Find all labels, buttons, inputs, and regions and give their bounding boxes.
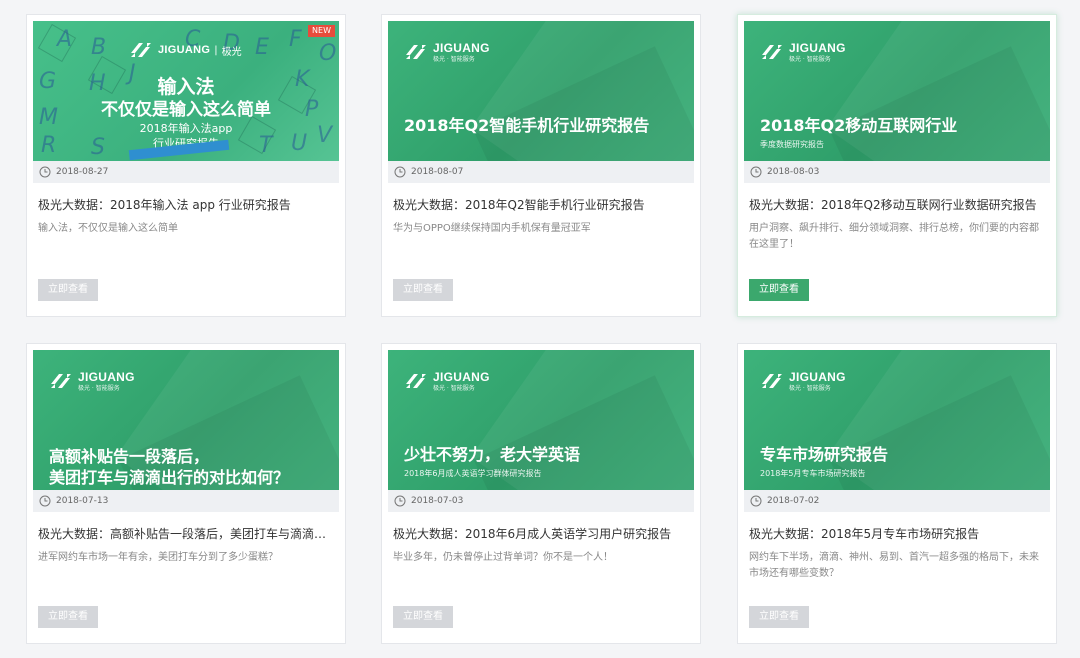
banner-title: 2018年Q2智能手机行业研究报告 <box>404 116 650 135</box>
jiguang-logo-icon <box>406 374 426 388</box>
brand-name: JIGUANG <box>433 369 490 384</box>
jiguang-logo-icon <box>762 45 782 59</box>
banner-subtitle: 2018年6月成人英语学习群体研究报告 <box>404 469 542 478</box>
report-card[interactable]: JIGUANG 极光 · 智能服务 少壮不努力，老大学英语 2018年6月成人英… <box>381 343 701 644</box>
card-description: 网约车下半场，滴滴、神州、易到、首汽一超多强的格局下，未来市场还有哪些变数？ <box>749 552 1039 579</box>
clock-icon <box>750 495 762 507</box>
date-bar: 2018-08-03 <box>744 161 1050 183</box>
new-badge: NEW <box>308 25 335 37</box>
card-title[interactable]: 极光大数据：2018年Q2移动互联网行业数据研究报告 <box>749 197 1045 213</box>
banner-subtitle: 季度数据研究报告 <box>760 140 824 149</box>
brand-logo: JIGUANG 极光 · 智能服务 <box>404 370 490 392</box>
publish-date: 2018-07-03 <box>411 496 464 506</box>
card-title[interactable]: 极光大数据：2018年6月成人英语学习用户研究报告 <box>393 526 689 542</box>
publish-date: 2018-07-02 <box>767 496 820 506</box>
banner-title: 少壮不努力，老大学英语 <box>404 445 581 464</box>
date-bar: 2018-07-13 <box>33 490 339 512</box>
view-now-button[interactable]: 立即查看 <box>38 606 98 628</box>
card-description: 毕业多年，仍未曾停止过背单词？你不是一个人！ <box>393 552 613 563</box>
publish-date: 2018-07-13 <box>56 496 109 506</box>
report-card[interactable]: A B C D E F G H J K M O P R S T U V JIGU… <box>26 14 346 317</box>
brand-logo: JIGUANG 极光 · 智能服务 <box>760 370 846 392</box>
brand-logo: JIGUANG 极光 · 智能服务 <box>760 41 846 63</box>
clock-icon <box>39 495 51 507</box>
publish-date: 2018-08-27 <box>56 167 109 177</box>
date-bar: 2018-08-27 <box>33 161 339 183</box>
banner-letter: A <box>57 27 73 52</box>
card-title[interactable]: 极光大数据：高额补贴告一段落后，美团打车与滴滴出行的对比如何？ <box>38 526 334 542</box>
date-bar: 2018-07-02 <box>744 490 1050 512</box>
banner-title: 专车市场研究报告 <box>760 445 889 464</box>
clock-icon <box>750 166 762 178</box>
view-now-button[interactable]: 立即查看 <box>749 279 809 301</box>
jiguang-logo-icon <box>51 374 71 388</box>
brand-logo: JIGUANG | 极光 <box>129 39 242 61</box>
brand-separator: | <box>214 44 218 56</box>
view-now-button[interactable]: 立即查看 <box>393 606 453 628</box>
banner-title: 高额补贴告一段落后， <box>49 447 210 466</box>
card-title[interactable]: 极光大数据：2018年5月专车市场研究报告 <box>749 526 1045 542</box>
brand-tagline: 极光 · 智能服务 <box>433 384 475 392</box>
view-now-button[interactable]: 立即查看 <box>393 279 453 301</box>
brand-tagline: 极光 · 智能服务 <box>789 55 831 63</box>
date-bar: 2018-08-07 <box>388 161 694 183</box>
jiguang-logo-icon <box>131 43 151 57</box>
brand-logo: JIGUANG 极光 · 智能服务 <box>404 41 490 63</box>
brand-name: JIGUANG <box>433 40 490 55</box>
banner-subtitle: 2018年5月专车市场研究报告 <box>760 469 866 478</box>
publish-date: 2018-08-03 <box>767 167 820 177</box>
brand-logo: JIGUANG 极光 · 智能服务 <box>49 370 135 392</box>
brand-tagline: 极光 · 智能服务 <box>78 384 120 392</box>
card-description: 华为与OPPO继续保持国内手机保有量冠亚军 <box>393 223 591 234</box>
clock-icon <box>39 166 51 178</box>
brand-name: JIGUANG <box>789 40 846 55</box>
brand-tagline: 极光 · 智能服务 <box>789 384 831 392</box>
card-banner-image[interactable]: JIGUANG 极光 · 智能服务 2018年Q2移动互联网行业 季度数据研究报… <box>744 21 1050 161</box>
report-card[interactable]: JIGUANG 极光 · 智能服务 2018年Q2智能手机行业研究报告 2018… <box>381 14 701 317</box>
card-banner-image[interactable]: JIGUANG 极光 · 智能服务 高额补贴告一段落后， 美团打车与滴滴出行的对… <box>33 350 339 490</box>
publish-date: 2018-08-07 <box>411 167 464 177</box>
view-now-button[interactable]: 立即查看 <box>38 279 98 301</box>
banner-title-line2: 不仅仅是输入这么简单 <box>101 100 271 120</box>
brand-name: JIGUANG <box>78 369 135 384</box>
banner-title: 输入法 <box>157 76 215 98</box>
report-card[interactable]: JIGUANG 极光 · 智能服务 2018年Q2移动互联网行业 季度数据研究报… <box>737 14 1057 317</box>
card-title[interactable]: 极光大数据：2018年Q2智能手机行业研究报告 <box>393 197 689 213</box>
banner-letter: E <box>255 35 269 60</box>
jiguang-logo-icon <box>406 45 426 59</box>
jiguang-logo-icon <box>762 374 782 388</box>
banner-title-line2: 美团打车与滴滴出行的对比如何？ <box>49 468 290 487</box>
report-card[interactable]: JIGUANG 极光 · 智能服务 专车市场研究报告 2018年5月专车市场研究… <box>737 343 1057 644</box>
banner-letter: F <box>289 27 302 52</box>
clock-icon <box>394 166 406 178</box>
card-title[interactable]: 极光大数据：2018年输入法 app 行业研究报告 <box>38 197 334 213</box>
brand-name: JIGUANG <box>158 44 211 56</box>
date-bar: 2018-07-03 <box>388 490 694 512</box>
brand-name-cn: 极光 <box>221 46 242 58</box>
clock-icon <box>394 495 406 507</box>
card-description: 输入法，不仅仅是输入这么简单 <box>38 223 178 234</box>
card-banner-image[interactable]: JIGUANG 极光 · 智能服务 2018年Q2智能手机行业研究报告 <box>388 21 694 161</box>
banner-letter: O <box>319 41 337 66</box>
banner-subtitle: 2018年输入法app <box>139 122 233 135</box>
card-banner-image[interactable]: A B C D E F G H J K M O P R S T U V JIGU… <box>33 21 339 161</box>
card-description: 用户洞察、飙升排行、细分领域洞察、排行总榜，你们要的内容都在这里了！ <box>749 223 1039 250</box>
report-card[interactable]: JIGUANG 极光 · 智能服务 高额补贴告一段落后， 美团打车与滴滴出行的对… <box>26 343 346 644</box>
banner-title: 2018年Q2移动互联网行业 <box>760 116 958 135</box>
view-now-button[interactable]: 立即查看 <box>749 606 809 628</box>
card-description: 进军网约车市场一年有余，美团打车分到了多少蛋糕？ <box>38 552 278 563</box>
card-banner-image[interactable]: JIGUANG 极光 · 智能服务 专车市场研究报告 2018年5月专车市场研究… <box>744 350 1050 490</box>
brand-tagline: 极光 · 智能服务 <box>433 55 475 63</box>
banner-letter: B <box>91 35 107 60</box>
card-banner-image[interactable]: JIGUANG 极光 · 智能服务 少壮不努力，老大学英语 2018年6月成人英… <box>388 350 694 490</box>
brand-name: JIGUANG <box>789 369 846 384</box>
